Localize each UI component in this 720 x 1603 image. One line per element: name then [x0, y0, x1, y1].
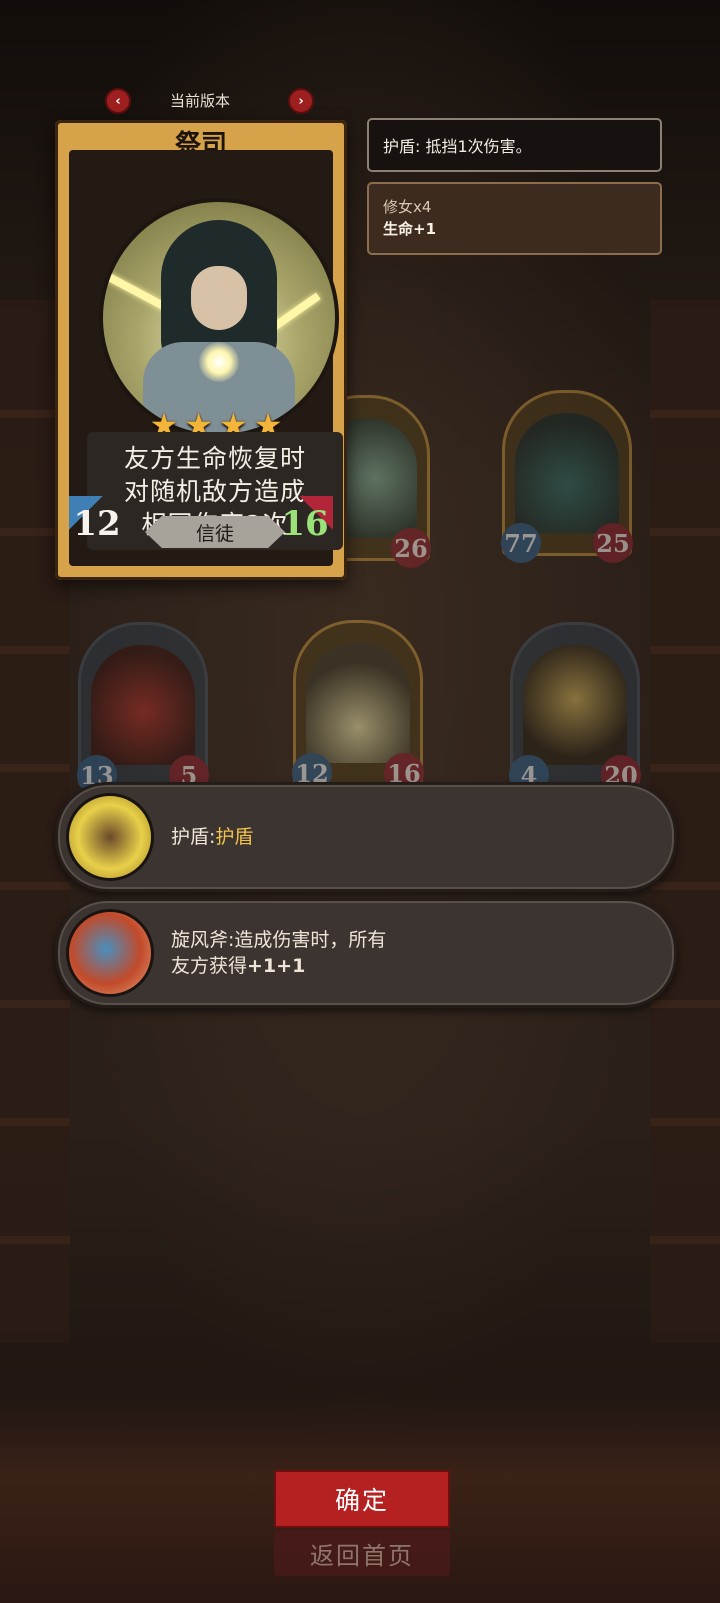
item-label: 护盾: [171, 826, 216, 848]
item-value: 护盾 [215, 826, 254, 848]
item-shield[interactable]: 护盾:护盾 [55, 782, 677, 892]
minion-health: 26 [391, 528, 431, 568]
priest-art [306, 643, 410, 763]
whirlwind-axe-icon [66, 909, 154, 997]
card-attack: 12 [69, 496, 125, 552]
ability-line: 友方生命恢复时 [123, 443, 306, 473]
buff-effect: 生命+1 [383, 220, 437, 238]
item-axe-value: +1+1 [247, 955, 306, 977]
card-type-tag: 信徒 [145, 516, 285, 548]
serpent-art [515, 413, 619, 533]
minion-attack: 77 [501, 523, 541, 563]
item-axe-text: 旋风斧:造成伤害时，所有 友方获得+1+1 [171, 901, 386, 1005]
buff-source: 修女x4 [383, 198, 432, 216]
version-selector: ‹ 当前版本 › [105, 86, 314, 114]
item-whirlwind-axe[interactable]: 旋风斧:造成伤害时，所有 友方获得+1+1 [55, 898, 677, 1008]
card-body: ★ ★ ★ ★ 友方生命恢复时 对随机敌方造成 相同伤害2次 12 信徒 16 [69, 150, 343, 566]
chevron-right-icon[interactable]: › [288, 88, 314, 114]
priest-portrait [99, 198, 339, 438]
confirm-button[interactable]: 确定 [274, 1470, 450, 1528]
shield-badge-icon [66, 793, 154, 881]
card-health: 16 [277, 496, 333, 552]
back-home-button[interactable]: 返回首页 [274, 1530, 450, 1576]
minion-card: 祭司 ★ ★ ★ ★ 友方生命恢复时 对随机敌方造成 相同伤害2次 12 信徒 … [55, 120, 347, 580]
light-orb-icon [199, 342, 239, 382]
item-shield-text: 护盾:护盾 [171, 785, 253, 889]
buff-tooltip: 修女x4 生命+1 [367, 182, 662, 255]
face [191, 266, 247, 330]
minion-health: 25 [593, 523, 633, 563]
board-minion-knight[interactable]: 13 5 [77, 622, 209, 795]
shield-tooltip: 护盾: 抵挡1次伤害。 [367, 118, 662, 172]
board-minion-wizard[interactable]: 4 20 [509, 622, 641, 795]
board-minion-priest[interactable]: 12 16 [292, 620, 424, 793]
board-minion-serpent[interactable]: 77 25 [501, 390, 633, 563]
item-axe-line2: 友方获得+1+1 [171, 953, 386, 979]
item-shield-line: 护盾:护盾 [171, 824, 253, 850]
item-axe-line1: 旋风斧:造成伤害时，所有 [171, 929, 387, 951]
wizard-art [523, 645, 627, 765]
knight-art [91, 645, 195, 765]
chevron-left-icon[interactable]: ‹ [105, 88, 131, 114]
item-axe-prefix: 友方获得 [171, 955, 248, 977]
version-label: 当前版本 [170, 92, 231, 110]
